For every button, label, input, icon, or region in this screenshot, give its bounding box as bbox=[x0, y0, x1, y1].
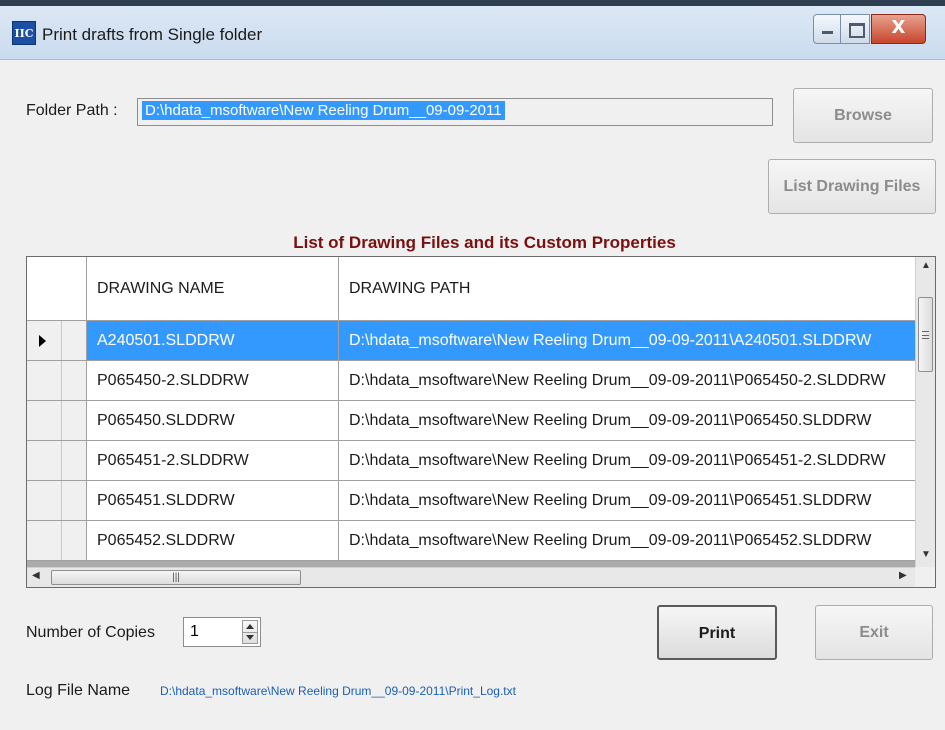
table-row[interactable]: P065451.SLDDRW D:\hdata_msoftware\New Ree… bbox=[27, 481, 915, 521]
table-row[interactable]: A240501.SLDDRW D:\hdata_msoftware\New Ree… bbox=[27, 321, 915, 361]
copies-spin-buttons[interactable] bbox=[242, 620, 258, 644]
scroll-right-arrow-icon[interactable]: ▶ bbox=[899, 570, 907, 581]
row-header-divider bbox=[61, 481, 62, 520]
table-row[interactable]: P065450.SLDDRW D:\hdata_msoftware\New Ree… bbox=[27, 401, 915, 441]
horizontal-scroll-thumb[interactable]: ||| bbox=[51, 570, 301, 585]
current-row-arrow-icon bbox=[39, 335, 46, 347]
row-header[interactable] bbox=[27, 401, 87, 440]
vertical-scroll-thumb[interactable] bbox=[918, 297, 933, 372]
row-header-divider bbox=[61, 321, 62, 360]
vertical-scrollbar[interactable]: ▲ ▼ bbox=[915, 257, 935, 567]
row-header[interactable] bbox=[27, 361, 87, 400]
folder-path-value: D:\hdata_msoftware\New Reeling Drum__09-… bbox=[142, 101, 505, 120]
log-file-path: D:\hdata_msoftware\New Reeling Drum__09-… bbox=[160, 684, 516, 698]
column-header-drawing-name[interactable]: DRAWING NAME bbox=[87, 257, 339, 320]
column-header-drawing-path[interactable]: DRAWING PATH bbox=[339, 257, 915, 320]
title-bar[interactable]: IIC Print drafts from Single folder X bbox=[0, 6, 945, 60]
print-button[interactable]: Print bbox=[657, 605, 777, 660]
scroll-up-arrow-icon[interactable]: ▲ bbox=[916, 260, 935, 271]
row-header[interactable] bbox=[27, 441, 87, 480]
scroll-left-arrow-icon[interactable]: ◀ bbox=[32, 570, 40, 581]
row-header-divider bbox=[61, 361, 62, 400]
browse-button[interactable]: Browse bbox=[793, 88, 933, 143]
drawing-path-cell[interactable]: D:\hdata_msoftware\New Reeling Drum__09-… bbox=[339, 361, 915, 400]
copies-label: Number of Copies bbox=[26, 624, 155, 641]
maximize-button[interactable] bbox=[840, 14, 870, 44]
grid-header: DRAWING NAME DRAWING PATH bbox=[27, 257, 915, 321]
table-row[interactable]: P065450-2.SLDDRW D:\hdata_msoftware\New R… bbox=[27, 361, 915, 401]
list-drawing-files-button[interactable]: List Drawing Files bbox=[768, 159, 936, 214]
folder-path-input[interactable]: D:\hdata_msoftware\New Reeling Drum__09-… bbox=[137, 98, 773, 126]
minimize-button[interactable] bbox=[813, 14, 841, 44]
close-icon: X bbox=[891, 17, 906, 38]
row-header-divider bbox=[61, 401, 62, 440]
window-title: Print drafts from Single folder bbox=[42, 25, 263, 44]
drawing-path-cell[interactable]: D:\hdata_msoftware\New Reeling Drum__09-… bbox=[339, 481, 915, 520]
drawing-name-cell[interactable]: P065450.SLDDRW bbox=[87, 401, 339, 440]
grid-caption: List of Drawing Files and its Custom Pro… bbox=[293, 233, 676, 252]
row-header[interactable] bbox=[27, 521, 87, 560]
drawing-path-cell[interactable]: D:\hdata_msoftware\New Reeling Drum__09-… bbox=[339, 401, 915, 440]
drawing-name-cell[interactable]: P065452.SLDDRW bbox=[87, 521, 339, 560]
scrollbar-corner bbox=[915, 567, 935, 587]
exit-button[interactable]: Exit bbox=[815, 605, 933, 660]
app-window: IIC Print drafts from Single folder X Fo… bbox=[0, 0, 945, 730]
row-header[interactable] bbox=[27, 481, 87, 520]
drawing-path-cell[interactable]: D:\hdata_msoftware\New Reeling Drum__09-… bbox=[339, 441, 915, 480]
copies-stepper[interactable]: 1 bbox=[183, 617, 261, 647]
spin-up-icon[interactable] bbox=[246, 624, 254, 629]
spin-down-icon[interactable] bbox=[246, 635, 254, 640]
horizontal-scrollbar[interactable]: ◀ ||| ▶ bbox=[27, 567, 915, 587]
table-row[interactable]: P065452.SLDDRW D:\hdata_msoftware\New Ree… bbox=[27, 521, 915, 561]
drawing-path-cell[interactable]: D:\hdata_msoftware\New Reeling Drum__09-… bbox=[339, 321, 915, 360]
row-header-divider bbox=[61, 521, 62, 560]
row-header-corner bbox=[27, 257, 87, 320]
folder-path-label: Folder Path : bbox=[26, 102, 118, 119]
drawing-name-cell[interactable]: A240501.SLDDRW bbox=[87, 321, 339, 360]
app-logo-icon: IIC bbox=[12, 21, 36, 45]
row-header-divider bbox=[61, 441, 62, 480]
drawing-name-cell[interactable]: P065451-2.SLDDRW bbox=[87, 441, 339, 480]
close-button[interactable]: X bbox=[871, 14, 926, 44]
scroll-grip-icon bbox=[922, 331, 929, 339]
drawing-name-cell[interactable]: P065450-2.SLDDRW bbox=[87, 361, 339, 400]
spin-divider bbox=[243, 632, 257, 633]
log-file-label: Log File Name bbox=[26, 682, 131, 699]
table-row[interactable]: P065451-2.SLDDRW D:\hdata_msoftware\New R… bbox=[27, 441, 915, 481]
grid-rows: A240501.SLDDRW D:\hdata_msoftware\New Ree… bbox=[27, 321, 915, 561]
drawing-files-grid[interactable]: DRAWING NAME DRAWING PATH A240501.SLDDRW… bbox=[26, 256, 936, 588]
copies-value: 1 bbox=[190, 623, 199, 640]
drawing-name-cell[interactable]: P065451.SLDDRW bbox=[87, 481, 339, 520]
scroll-down-arrow-icon[interactable]: ▼ bbox=[916, 549, 935, 560]
row-header[interactable] bbox=[27, 321, 87, 360]
drawing-path-cell[interactable]: D:\hdata_msoftware\New Reeling Drum__09-… bbox=[339, 521, 915, 560]
